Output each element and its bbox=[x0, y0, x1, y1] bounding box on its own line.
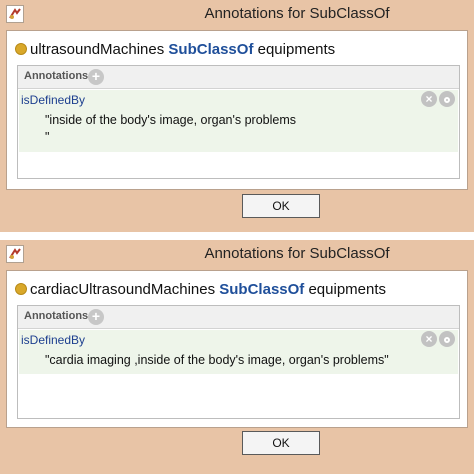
annotation-row[interactable]: isDefinedBy × "inside of the body's imag… bbox=[19, 90, 458, 152]
axiom-header: cardiacUltrasoundMachines SubClassOf equ… bbox=[15, 281, 386, 301]
annotation-value: "cardia imaging ,inside of the body's im… bbox=[45, 353, 389, 367]
annotations-header: Annotations + bbox=[18, 66, 459, 89]
annotations-header: Annotations + bbox=[18, 306, 459, 329]
annotations-label: Annotations bbox=[24, 310, 89, 322]
annotation-row[interactable]: isDefinedBy × "cardia imaging ,inside of… bbox=[19, 330, 458, 374]
ok-button[interactable]: OK bbox=[242, 431, 320, 455]
edit-annotation-icon[interactable] bbox=[439, 331, 455, 347]
content-panel: ultrasoundMachines SubClassOf equipments… bbox=[6, 30, 468, 190]
annotations-dialog-2: Annotations for SubClassOf cardiacUltras… bbox=[0, 240, 474, 474]
object-class: equipments bbox=[308, 281, 387, 298]
annotations-label: Annotations bbox=[24, 70, 89, 82]
annotations-box: Annotations + isDefinedBy × "cardia imag… bbox=[17, 305, 460, 419]
class-bullet-icon bbox=[15, 283, 27, 295]
titlebar[interactable]: Annotations for SubClassOf bbox=[0, 240, 474, 268]
relation-keyword: SubClassOf bbox=[219, 281, 305, 298]
subject-class: cardiacUltrasoundMachines bbox=[30, 281, 216, 298]
window-title: Annotations for SubClassOf bbox=[204, 245, 390, 262]
annotations-dialog-1: Annotations for SubClassOf ultrasoundMac… bbox=[0, 0, 474, 232]
dialog-separator bbox=[0, 232, 474, 240]
annotation-property[interactable]: isDefinedBy bbox=[21, 333, 85, 347]
annotation-property[interactable]: isDefinedBy bbox=[21, 93, 85, 107]
axiom-header: ultrasoundMachines SubClassOf equipments bbox=[15, 41, 335, 61]
object-class: equipments bbox=[257, 41, 336, 58]
class-bullet-icon bbox=[15, 43, 27, 55]
annotations-box: Annotations + isDefinedBy × "inside of t… bbox=[17, 65, 460, 179]
annotation-value: "inside of the body's image, organ's pro… bbox=[45, 113, 297, 144]
add-annotation-icon[interactable]: + bbox=[88, 309, 104, 325]
add-annotation-icon[interactable]: + bbox=[88, 69, 104, 85]
remove-annotation-icon[interactable]: × bbox=[421, 91, 437, 107]
subject-class: ultrasoundMachines bbox=[30, 41, 165, 58]
window-title: Annotations for SubClassOf bbox=[204, 5, 390, 22]
ok-button[interactable]: OK bbox=[242, 194, 320, 218]
edit-annotation-icon[interactable] bbox=[439, 91, 455, 107]
relation-keyword: SubClassOf bbox=[168, 41, 254, 58]
remove-annotation-icon[interactable]: × bbox=[421, 331, 437, 347]
titlebar[interactable]: Annotations for SubClassOf bbox=[0, 0, 474, 28]
content-panel: cardiacUltrasoundMachines SubClassOf equ… bbox=[6, 270, 468, 428]
